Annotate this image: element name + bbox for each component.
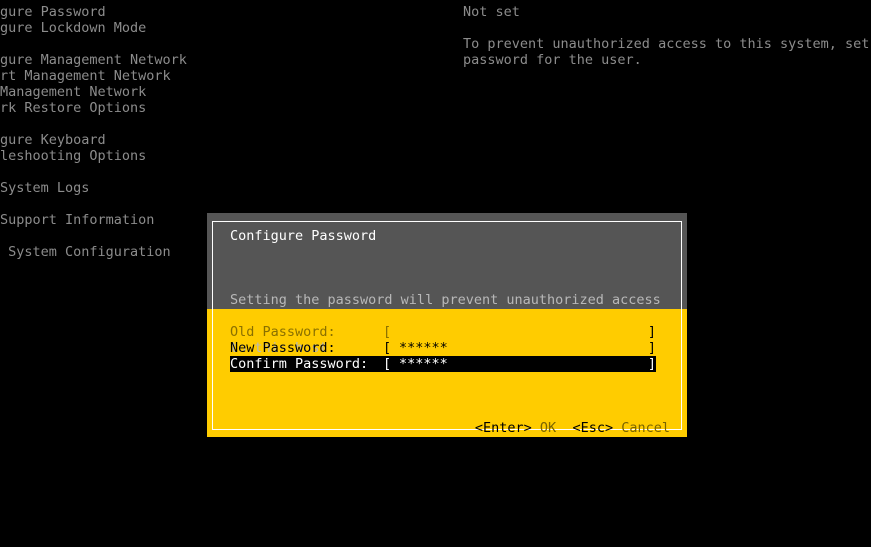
- confirm-password-input[interactable]: ******: [399, 356, 448, 372]
- field-bracket-open: [: [383, 356, 392, 372]
- menu-item-configure-keyboard[interactable]: gure Keyboard: [0, 132, 106, 148]
- info-description-line1: To prevent unauthorized access to this s…: [463, 36, 870, 52]
- ok-key: <Enter>: [474, 420, 532, 436]
- menu-item-configure-lockdown-mode[interactable]: gure Lockdown Mode: [0, 20, 146, 36]
- field-bracket-close: ]: [647, 324, 656, 340]
- dialog-actions: <Enter> OK <Esc> Cancel: [442, 404, 670, 452]
- new-password-input[interactable]: ******: [399, 340, 448, 356]
- menu-item-view-system-logs[interactable]: System Logs: [0, 180, 89, 196]
- menu-item-network-restore-options[interactable]: rk Restore Options: [0, 100, 146, 116]
- cancel-label: Cancel: [621, 420, 670, 436]
- field-bracket-close: ]: [647, 356, 656, 372]
- confirm-password-label: Confirm Password:: [230, 356, 369, 372]
- info-description-line2: password for the user.: [463, 52, 642, 68]
- password-status: Not set: [463, 4, 520, 20]
- menu-item-reset-system-configuration[interactable]: System Configuration: [0, 244, 171, 260]
- ok-label: OK: [539, 420, 557, 436]
- dialog-description-line1: Setting the password will prevent unauth…: [230, 292, 661, 308]
- menu-item-configure-password[interactable]: gure Password: [0, 4, 106, 20]
- old-password-label: Old Password:: [230, 324, 336, 340]
- old-password-field[interactable]: Old Password: [ ]: [230, 324, 656, 340]
- new-password-label: New Password:: [230, 340, 336, 356]
- menu-item-restart-management-network[interactable]: rt Management Network: [0, 68, 171, 84]
- menu-item-configure-management-network[interactable]: gure Management Network: [0, 52, 187, 68]
- new-password-field[interactable]: New Password: [ ****** ]: [230, 340, 656, 356]
- configure-password-dialog: Configure Password Setting the password …: [207, 213, 687, 437]
- field-bracket-open: [: [383, 340, 392, 356]
- confirm-password-field[interactable]: Confirm Password: [ ****** ]: [230, 356, 656, 372]
- dialog-title: Configure Password: [230, 228, 377, 244]
- menu-item-troubleshooting-options[interactable]: leshooting Options: [0, 148, 146, 164]
- field-bracket-open: [: [383, 324, 392, 340]
- menu-item-view-support-information[interactable]: Support Information: [0, 212, 154, 228]
- menu-item-test-management-network[interactable]: Management Network: [0, 84, 146, 100]
- field-bracket-close: ]: [647, 340, 656, 356]
- cancel-key: <Esc>: [572, 420, 614, 436]
- ok-button[interactable]: <Enter> OK: [475, 420, 556, 436]
- cancel-button[interactable]: <Esc> Cancel: [572, 420, 670, 436]
